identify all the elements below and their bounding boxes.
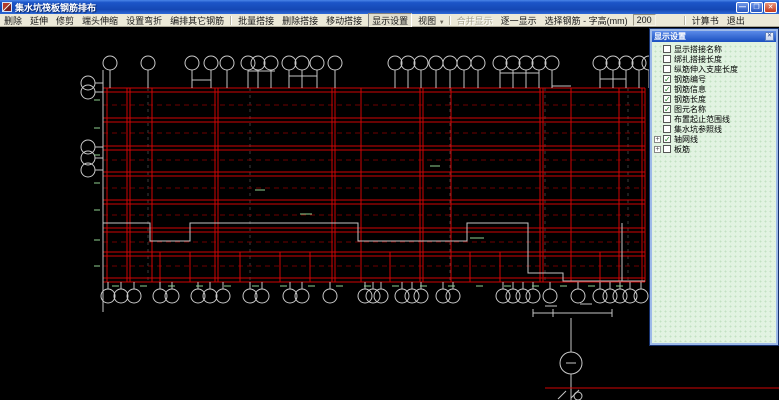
select-rebar-label: 选择钢筋 - 字高(mm) [544,15,628,26]
menu-extend[interactable]: 延伸 [26,14,52,27]
menu-delete[interactable]: 删除 [0,14,26,27]
checkbox[interactable] [663,55,671,63]
chevron-down-icon: ▼ [438,19,445,26]
tree-expand-icon[interactable]: + [654,135,661,143]
toolbar: 删除 延伸 修剪 端头伸缩 设置弯折 编排其它钢筋 批量搭接 删除搭接 移动搭接… [0,12,779,28]
minimize-button[interactable]: — [736,1,749,13]
calc-book-button[interactable]: 计算书 [688,14,723,27]
panel-title: 显示设置 [654,32,686,41]
menu-arrange-other-rebar[interactable]: 编排其它钢筋 [166,14,228,27]
menu-move-lap[interactable]: 移动搭接 [322,14,366,27]
panel-row-sump-ref-line[interactable]: 集水坑参照线 [653,124,775,134]
merge-display-item: 合并显示 [456,15,493,26]
app-icon [2,2,12,12]
window-controls: — ❐ ✕ [736,1,777,13]
panel-row-rebar-info[interactable]: 钢筋信息 [653,84,775,94]
close-button[interactable]: ✕ [764,1,777,13]
view-dropdown[interactable]: 视图 ▼ [414,14,446,27]
menu-delete-lap[interactable]: 删除搭接 [278,14,322,27]
checkbox[interactable] [663,125,671,133]
panel-row-slab-rebar[interactable]: + 板筋 [653,144,775,154]
panel-row-element-name[interactable]: 图元名称 [653,104,775,114]
checkbox[interactable] [663,105,671,113]
panel-row-axis-grid[interactable]: + 轴网线 [653,134,775,144]
tree-expand-icon[interactable]: + [654,145,661,153]
toolbar-separator [683,15,686,25]
toolbar-separator [448,15,451,25]
checkbox-label: 板筋 [674,144,690,154]
panel-titlebar[interactable]: 显示设置 ✕ [652,31,776,42]
panel-row-rebar-number[interactable]: 钢筋编号 [653,74,775,84]
checkbox[interactable] [663,85,671,93]
panel-row-range-line[interactable]: 布置起止范围线 [653,114,775,124]
checkbox[interactable] [663,135,671,143]
menu-end-stretch[interactable]: 端头伸缩 [78,14,122,27]
checkbox[interactable] [663,95,671,103]
checkbox[interactable] [663,145,671,153]
exit-button[interactable]: 退出 [723,14,749,27]
panel-row-show-lap-name[interactable]: 显示搭接名称 [653,44,775,54]
maximize-button[interactable]: ❐ [750,1,763,13]
menu-set-bend[interactable]: 设置弯折 [122,14,166,27]
checkbox[interactable] [663,115,671,123]
checkbox[interactable] [663,65,671,73]
panel-body: 显示搭接名称 绑扎搭接长度 纵筋伸入支座长度 钢筋编号 钢筋信息 钢筋长度 图元… [653,44,775,342]
panel-row-anchor-length[interactable]: 纵筋伸入支座长度 [653,64,775,74]
font-height-field[interactable]: 200 [632,14,656,26]
view-dropdown-label: 视图 [418,15,437,26]
one-by-one-display-item[interactable]: 逐一显示 [497,14,541,27]
panel-close-icon[interactable]: ✕ [765,32,774,41]
menu-trim[interactable]: 修剪 [52,14,78,27]
menu-batch-lap[interactable]: 批量搭接 [234,14,278,27]
display-settings-button[interactable]: 显示设置 [368,12,413,28]
panel-row-binding-lap-length[interactable]: 绑扎搭接长度 [653,54,775,64]
checkbox[interactable] [663,75,671,83]
display-settings-panel: 显示设置 ✕ 显示搭接名称 绑扎搭接长度 纵筋伸入支座长度 钢筋编号 钢筋信息 … [649,28,779,346]
checkbox[interactable] [663,45,671,53]
panel-row-rebar-length[interactable]: 钢筋长度 [653,94,775,104]
toolbar-separator [230,15,233,25]
